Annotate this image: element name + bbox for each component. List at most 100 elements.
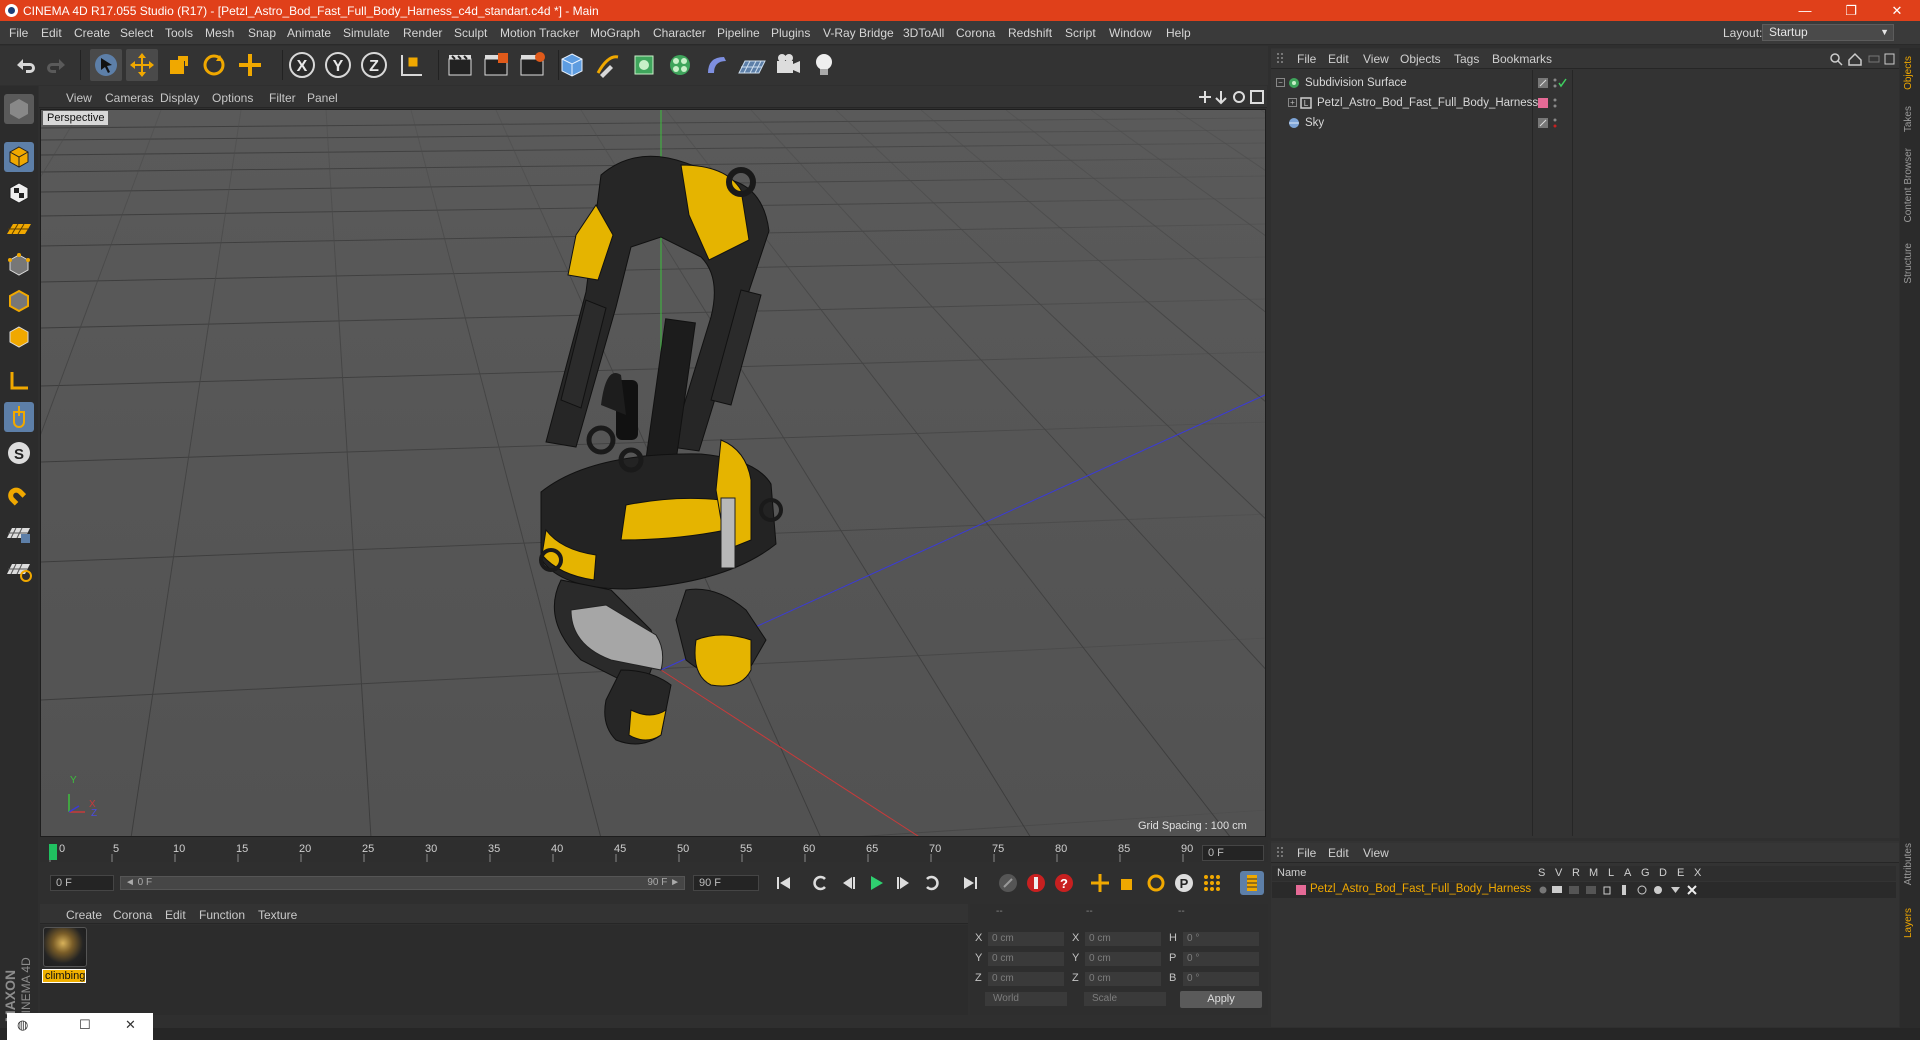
lm-menu-file[interactable]: File	[1297, 846, 1316, 860]
cloner-icon[interactable]	[664, 49, 696, 81]
scale-icon[interactable]	[162, 49, 194, 81]
menu-help[interactable]: Help	[1166, 26, 1191, 40]
col-locked[interactable]: L	[1608, 867, 1614, 879]
om-menu-bookmarks[interactable]: Bookmarks	[1492, 52, 1552, 66]
menu-redshift[interactable]: Redshift	[1008, 26, 1052, 40]
viewport-navigation-icons[interactable]	[1199, 89, 1265, 105]
go-to-start-icon[interactable]	[772, 871, 796, 895]
rotate-icon[interactable]	[198, 49, 230, 81]
tweak-icon[interactable]	[4, 402, 34, 432]
menu-plugins[interactable]: Plugins	[771, 26, 810, 40]
cube-icon[interactable]	[556, 49, 588, 81]
pos-z-field[interactable]: 0 cm	[988, 972, 1064, 986]
size-y-field[interactable]: 0 cm	[1085, 952, 1161, 966]
keyframe-selection-icon[interactable]: ?	[1052, 871, 1076, 895]
menu-render[interactable]: Render	[403, 26, 442, 40]
menu-edit[interactable]: Edit	[41, 26, 62, 40]
object-visibility-toggles[interactable]	[1538, 77, 1572, 90]
pen-icon[interactable]	[592, 49, 624, 81]
material-menu-texture[interactable]: Texture	[258, 908, 297, 922]
menu-simulate[interactable]: Simulate	[343, 26, 390, 40]
next-frame-icon[interactable]	[892, 871, 916, 895]
object-visibility-toggles[interactable]	[1538, 117, 1572, 130]
tab-layers[interactable]: Layers	[1903, 908, 1917, 938]
lock-workplane-icon[interactable]	[4, 518, 34, 548]
col-solo[interactable]: S	[1538, 867, 1545, 879]
timeline-ruler[interactable]: 0 5 10 15 20 25 30 35 40 45 50 55 60 65 …	[40, 840, 1268, 862]
material-menu-create[interactable]: Create	[66, 908, 102, 922]
menu-3dtoall[interactable]: 3DToAll	[903, 26, 944, 40]
om-menu-view[interactable]: View	[1363, 52, 1389, 66]
autokeying-icon[interactable]	[1024, 871, 1048, 895]
add-icon[interactable]	[234, 49, 266, 81]
layer-toggles[interactable]	[1538, 884, 1708, 896]
position-key-icon[interactable]	[1088, 871, 1112, 895]
deformer-icon[interactable]	[700, 49, 732, 81]
previous-keyframe-icon[interactable]	[808, 871, 832, 895]
go-to-end-icon[interactable]	[958, 871, 982, 895]
menu-character[interactable]: Character	[653, 26, 706, 40]
rot-h-field[interactable]: 0 °	[1183, 932, 1259, 946]
subdivision-icon[interactable]	[628, 49, 660, 81]
previous-frame-icon[interactable]	[836, 871, 860, 895]
object-visibility-toggles[interactable]	[1538, 97, 1572, 110]
menu-mograph[interactable]: MoGraph	[590, 26, 640, 40]
col-xref[interactable]: X	[1694, 867, 1701, 879]
size-x-field[interactable]: 0 cm	[1085, 932, 1161, 946]
menu-corona[interactable]: Corona	[956, 26, 995, 40]
size-z-field[interactable]: 0 cm	[1085, 972, 1161, 986]
close-icon[interactable]: ✕	[125, 1017, 136, 1033]
object-row-harness[interactable]: + L Petzl_Astro_Bod_Fast_Full_Body_Harne…	[1272, 94, 1896, 113]
collapse-icon[interactable]: −	[1276, 78, 1285, 87]
menu-window[interactable]: Window	[1109, 26, 1152, 40]
pos-x-field[interactable]: 0 cm	[988, 932, 1064, 946]
axis-icon[interactable]	[4, 366, 34, 396]
layout-dropdown[interactable]: Startup ▼	[1762, 24, 1894, 41]
viewport-menu-options[interactable]: Options	[212, 91, 253, 105]
expand-icon[interactable]: +	[1288, 98, 1297, 107]
edges-mode-icon[interactable]	[4, 286, 34, 316]
viewport-menu-view[interactable]: View	[66, 91, 92, 105]
col-expressions[interactable]: E	[1677, 867, 1684, 879]
minimize-button[interactable]: —	[1782, 0, 1828, 21]
coordinate-space-dropdown[interactable]: World	[985, 992, 1067, 1006]
pos-y-field[interactable]: 0 cm	[988, 952, 1064, 966]
viewport-menu-panel[interactable]: Panel	[307, 91, 338, 105]
floor-icon[interactable]	[736, 49, 768, 81]
viewport-menu-display[interactable]: Display	[160, 91, 199, 105]
close-button[interactable]: ✕	[1874, 0, 1920, 21]
camera-label[interactable]: Perspective	[43, 111, 109, 125]
parameter-key-icon[interactable]: P	[1172, 871, 1196, 895]
col-animation[interactable]: A	[1624, 867, 1631, 879]
magnet-icon[interactable]	[4, 482, 34, 512]
rot-b-field[interactable]: 0 °	[1183, 972, 1259, 986]
om-menu-edit[interactable]: Edit	[1328, 52, 1349, 66]
camera-icon[interactable]	[772, 49, 804, 81]
tab-objects[interactable]: Objects	[1903, 56, 1917, 90]
model-mode-icon[interactable]	[4, 142, 34, 172]
tab-structure[interactable]: Structure	[1903, 243, 1917, 284]
material-menu-edit[interactable]: Edit	[165, 908, 186, 922]
play-icon[interactable]	[864, 871, 888, 895]
object-row-sky[interactable]: Sky	[1272, 114, 1896, 133]
coordinate-system-icon[interactable]	[394, 49, 426, 81]
material-menu-function[interactable]: Function	[199, 908, 245, 922]
apply-button[interactable]: Apply	[1180, 991, 1262, 1008]
tab-content-browser[interactable]: Content Browser	[1903, 148, 1917, 222]
3d-viewport[interactable]	[40, 109, 1266, 837]
maximize-icon[interactable]: ☐	[79, 1017, 91, 1033]
menu-pipeline[interactable]: Pipeline	[717, 26, 760, 40]
menu-vray-bridge[interactable]: V-Ray Bridge	[823, 26, 894, 40]
start-frame-field[interactable]: 0 F	[50, 875, 114, 891]
om-menu-tags[interactable]: Tags	[1454, 52, 1479, 66]
move-icon[interactable]	[126, 49, 158, 81]
om-menu-file[interactable]: File	[1297, 52, 1316, 66]
live-selection-icon[interactable]	[90, 49, 122, 81]
planar-workplane-icon[interactable]	[4, 554, 34, 584]
texture-mode-icon[interactable]	[4, 178, 34, 208]
rotation-key-icon[interactable]	[1144, 871, 1168, 895]
lm-menu-edit[interactable]: Edit	[1328, 846, 1349, 860]
col-name[interactable]: Name	[1277, 867, 1306, 879]
col-render[interactable]: R	[1572, 867, 1580, 879]
workplane-icon[interactable]	[4, 214, 34, 244]
